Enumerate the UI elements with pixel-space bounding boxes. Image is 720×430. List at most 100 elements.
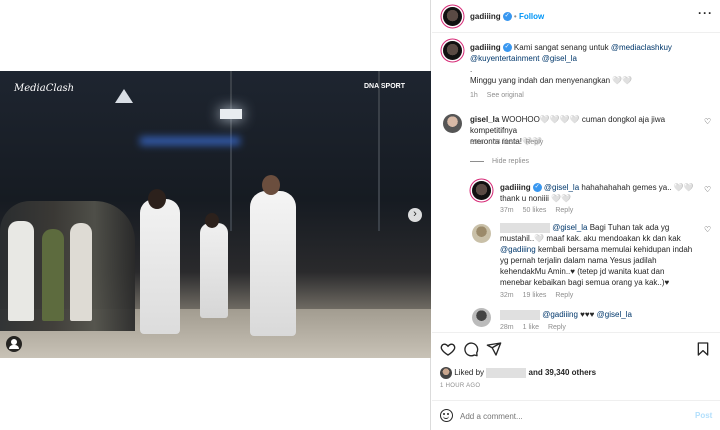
add-comment-input[interactable] <box>460 409 680 423</box>
person-head <box>148 189 166 209</box>
verified-icon: ✓ <box>502 12 512 22</box>
reply-time: 37m <box>500 207 514 214</box>
reply-body: thank u noniiii 🤍🤍 <box>500 194 572 203</box>
person-man <box>250 191 296 336</box>
author-username[interactable]: gadiiing <box>470 12 501 21</box>
verified-icon: ✓ <box>502 43 512 53</box>
author-avatar[interactable] <box>443 7 462 26</box>
header-author-row: gadiiing ✓ • Follow <box>470 12 544 22</box>
mention-link[interactable]: @kuyentertainment <box>470 54 540 63</box>
reply-button[interactable]: Reply <box>548 324 566 331</box>
hide-replies-toggle[interactable]: Hide replies <box>470 158 538 165</box>
comment-bubble-icon[interactable] <box>463 341 479 357</box>
mention-link[interactable]: @mediaclashkuy <box>611 43 672 52</box>
next-photo-button[interactable]: › <box>408 208 422 222</box>
replies-divider <box>470 160 484 162</box>
comment-bar: Post <box>432 400 720 430</box>
reply-text: @gadiiing ♥♥♥ @gisel_la <box>500 309 700 320</box>
crowd-person <box>70 223 92 321</box>
likes-count[interactable]: and 39,340 others <box>529 368 597 377</box>
post-header: gadiiing ✓ • Follow ··· <box>432 0 720 33</box>
comment-likes[interactable]: 64 likes <box>493 139 517 146</box>
reply-body: kehendakMu Amin..♥ (tetep jd wanita kuat… <box>500 267 665 276</box>
reply-likes[interactable]: 50 likes <box>523 207 547 214</box>
post-actions: Liked by and 39,340 others 1 HOUR AGO <box>432 332 720 400</box>
more-options-icon[interactable]: ··· <box>698 6 713 20</box>
liked-by-label: Liked by <box>454 368 485 378</box>
caption-username[interactable]: gadiiing <box>470 43 501 52</box>
commenter-avatar[interactable] <box>443 114 462 133</box>
reply-text: @gisel_la Bagi Tuhan tak ada yg mustahil… <box>500 222 700 288</box>
redacted-username <box>500 309 540 320</box>
reply-body: Bagi Tuhan tak ada yg <box>589 223 670 232</box>
stage-light <box>220 109 242 119</box>
person-head <box>205 213 219 228</box>
reply-text: gadiiing ✓ @gisel_la hahahahahah gemes ya… <box>500 182 700 204</box>
mention-link[interactable]: @gadiiing <box>542 310 578 319</box>
caption-dot: . <box>470 65 473 74</box>
comment-body: WOOHOO🤍🤍🤍🤍 cuman dongkol aja jiwa kompet… <box>470 115 666 135</box>
like-comment-icon[interactable]: ♡ <box>704 118 712 126</box>
crowd-person <box>8 221 34 321</box>
like-comment-icon[interactable]: ♡ <box>704 186 712 194</box>
mention-link[interactable]: @gadiiing <box>500 245 536 254</box>
reply-body: ♥♥♥ <box>580 310 595 319</box>
reply-avatar[interactable] <box>472 224 491 243</box>
like-heart-icon[interactable] <box>440 341 456 357</box>
see-original-link[interactable]: See original <box>487 92 524 99</box>
follow-button[interactable]: Follow <box>519 12 544 21</box>
watermark-logo: DNA SPORT <box>364 83 405 90</box>
reply-meta: 37m 50 likes Reply <box>500 207 582 214</box>
reply-button[interactable]: Reply <box>555 207 573 214</box>
reply-username[interactable]: gadiiing <box>500 183 531 192</box>
bookmark-save-icon[interactable] <box>695 341 711 357</box>
reply-body: kembali bersama memulai kehidupan indah <box>537 245 693 254</box>
redacted-username[interactable] <box>486 368 527 378</box>
verified-icon: ✓ <box>532 183 542 193</box>
reply-avatar[interactable] <box>472 308 491 327</box>
reply-button[interactable]: Reply <box>555 292 573 299</box>
person-child <box>200 223 228 318</box>
mention-link[interactable]: @gisel_la <box>544 183 579 192</box>
stage-light <box>115 89 133 103</box>
liker-avatar <box>440 367 452 379</box>
caption-time: 1h <box>470 92 478 99</box>
caption-line-2: Minggu yang indah dan menyenangkan 🤍🤍 <box>470 76 633 85</box>
share-send-icon[interactable] <box>486 341 502 357</box>
caption-body: Kami sangat senang untuk <box>513 43 609 52</box>
emoji-icon[interactable] <box>440 409 453 422</box>
post-side-panel: gadiiing ✓ • Follow ··· gadiiing ✓ Kami sa… <box>432 0 720 430</box>
post-media-area: MediaClash DNA SPORT › <box>0 0 431 430</box>
tagged-users-icon[interactable] <box>6 336 22 352</box>
mention-link[interactable]: @gisel_la <box>552 223 587 232</box>
reply-body: mustahil..🤍 maaf kak. aku mendoakan kk d… <box>500 234 681 243</box>
post-timestamp: 1 HOUR AGO <box>440 383 481 389</box>
comment-meta: 39m 64 likes Reply <box>470 139 552 146</box>
reply-meta: 32m 19 likes Reply <box>500 292 582 299</box>
reply-body: yg pernah terjalin dalam nama Yesus jadi… <box>500 256 657 265</box>
post-photo[interactable]: MediaClash DNA SPORT <box>0 71 431 358</box>
caption-text: gadiiing ✓ Kami sangat senang untuk @medi… <box>470 42 710 86</box>
redacted-username <box>500 222 550 233</box>
mention-link[interactable]: @gisel_la <box>542 54 577 63</box>
like-comment-icon[interactable]: ♡ <box>704 226 712 234</box>
post-comment-button[interactable]: Post <box>695 411 712 420</box>
crowd-person <box>42 229 64 321</box>
hide-replies-label: Hide replies <box>492 158 529 165</box>
watermark-logo: MediaClash <box>14 83 75 94</box>
reply-avatar[interactable] <box>472 181 491 200</box>
reply-time: 32m <box>500 292 514 299</box>
reply-time: 28m <box>500 324 514 331</box>
caption-avatar[interactable] <box>443 41 462 60</box>
comment-username[interactable]: gisel_la <box>470 115 499 124</box>
mention-link[interactable]: @gisel_la <box>597 310 632 319</box>
reply-likes[interactable]: 19 likes <box>523 292 547 299</box>
comment-time: 39m <box>470 139 484 146</box>
reply-likes[interactable]: 1 like <box>523 324 539 331</box>
liked-by-row: Liked by and 39,340 others <box>440 367 596 379</box>
blue-glow <box>140 137 240 145</box>
reply-body: hahahahahah gemes ya.. 🤍🤍 <box>581 183 694 192</box>
caption-meta: 1h See original <box>470 92 533 99</box>
reply-button[interactable]: Reply <box>525 139 543 146</box>
reply-body: menebar kebaikan bagi semua orang ya kak… <box>500 278 670 287</box>
